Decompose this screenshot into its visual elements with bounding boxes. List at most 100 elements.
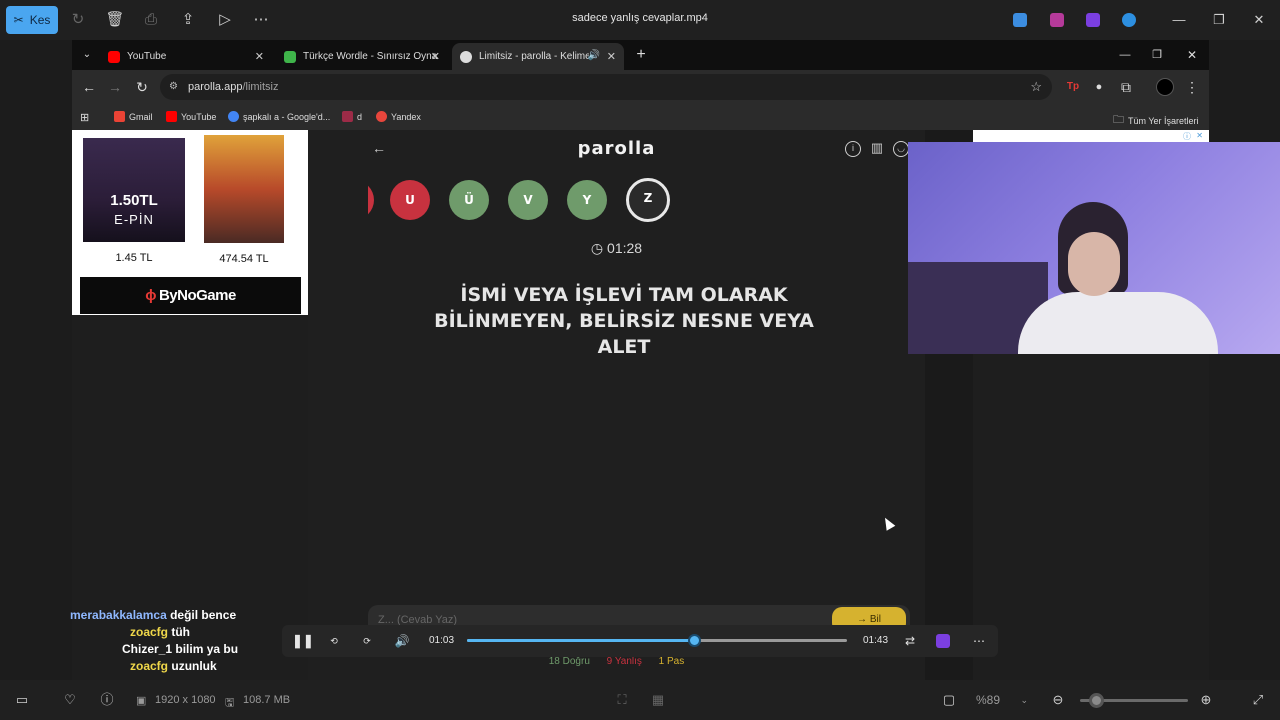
play-preview-icon[interactable]: ▷ [215, 10, 235, 30]
capture-icon[interactable]: ▦ [650, 692, 666, 708]
minimize-icon[interactable]: — [1116, 46, 1134, 64]
onedrive-icon[interactable] [1122, 13, 1136, 27]
current-time: 01:03 [429, 635, 455, 646]
bynogame-flame-icon: ϕ [145, 287, 156, 304]
bookmark-label: Gmail [129, 111, 153, 122]
new-tab-button[interactable]: + [632, 46, 650, 64]
crop-icon[interactable]: ⛶ [614, 692, 630, 708]
chat-username: zoacfg [130, 659, 169, 673]
letter-circle: U [390, 180, 430, 220]
share-icon[interactable]: ⇪ [178, 10, 198, 30]
trim-icon: ✂ [13, 13, 24, 27]
tab-youtube[interactable]: YouTube ✕ [100, 43, 272, 70]
ad-product[interactable]: 1.50TL E-PİN 1.45 TL [82, 138, 186, 264]
tab-label: Türkçe Wordle - Sınırsız Oyna [303, 51, 438, 62]
extension-icon[interactable]: ● [1090, 78, 1108, 96]
tab-search-icon[interactable]: ⌄ [78, 46, 96, 64]
bookmark-d[interactable]: d [342, 111, 362, 122]
tab-label: Limitsiz - parolla - Kelime o [479, 51, 589, 62]
bookmark-youtube[interactable]: YouTube [166, 111, 216, 122]
tab-wordle[interactable]: Türkçe Wordle - Sınırsız Oyna ✕ [276, 43, 448, 70]
resolution-icon: ▣ [136, 695, 147, 707]
restore-icon[interactable]: ❐ [1148, 46, 1166, 64]
site-settings-icon[interactable]: ⚙ [169, 74, 178, 100]
ad-banner[interactable]: 1.50TL E-PİN 1.45 TL 474.54 TL ϕ ByNoGam… [72, 130, 308, 315]
apps-grid-icon[interactable]: ⊞ [80, 111, 89, 124]
close-icon[interactable]: ✕ [1183, 46, 1201, 64]
file-size-text: 108.7 MB [243, 694, 291, 706]
bookmark-label: YouTube [181, 111, 217, 122]
close-tab-icon[interactable]: ✕ [255, 50, 264, 63]
bookmark-gmail[interactable]: Gmail [114, 111, 153, 122]
forward-icon[interactable]: → [106, 78, 124, 96]
address-bar[interactable]: ⚙ parolla.app/limitsiz ☆ [160, 74, 1052, 100]
filmstrip-icon[interactable]: ▭ [14, 692, 30, 708]
wrong-count: 9 Yanlış [606, 656, 642, 667]
skip-back-10-icon[interactable]: ⟲ [326, 633, 342, 649]
close-tab-icon[interactable]: ✕ [431, 50, 440, 63]
product-image: 1.50TL E-PİN [83, 138, 185, 242]
close-tab-icon[interactable]: ✕ [607, 50, 616, 63]
profile-avatar[interactable] [1156, 78, 1174, 96]
tray-app-icon[interactable] [1086, 13, 1100, 27]
seek-bar-handle[interactable] [688, 634, 701, 647]
zoom-slider-handle[interactable] [1089, 693, 1105, 708]
tray-app-icon[interactable] [1013, 13, 1027, 27]
seek-bar[interactable] [467, 634, 847, 647]
resolution-text: 1920 x 1080 [155, 694, 216, 706]
extensions-puzzle-icon[interactable]: ⧉ [1117, 78, 1135, 96]
tray-app-icon[interactable] [1050, 13, 1064, 27]
info-icon[interactable]: i [845, 141, 861, 157]
app-titlebar: ✂ Kes ↻ 🗑 ⎙ ⇪ ▷ ⋯ sadece yanlış cevaplar… [0, 0, 1280, 40]
zoom-slider[interactable] [1080, 693, 1188, 708]
yandex-icon [376, 111, 387, 122]
reload-icon[interactable]: ↻ [133, 78, 151, 96]
chat-username: zoacfg [130, 625, 169, 639]
game-timer: ◷ 01:28 [308, 240, 925, 257]
adchoices-icon[interactable]: ⓘ [1183, 131, 1191, 142]
more-options-icon[interactable]: ⋯ [251, 10, 271, 30]
address-toolbar: ← → ↻ ⚙ parolla.app/limitsiz ☆ Tp ● ⧉ ⋮ [72, 70, 1209, 104]
volume-icon[interactable]: 🔊 [394, 633, 410, 649]
chat-text: tüh [171, 625, 191, 639]
delete-icon[interactable]: 🗑 [105, 10, 125, 30]
more-options-icon[interactable]: ⋯ [971, 633, 987, 649]
ad-product[interactable]: 474.54 TL [192, 135, 296, 265]
close-icon[interactable]: ✕ [1249, 10, 1269, 30]
browser-menu-icon[interactable]: ⋮ [1183, 78, 1201, 96]
letter-circle: Ü [449, 180, 489, 220]
skip-forward-30-icon[interactable]: ⟳ [359, 633, 375, 649]
stats-chart-icon[interactable]: ▥ [869, 141, 885, 157]
clipchamp-icon[interactable] [936, 634, 950, 648]
back-icon[interactable]: ← [80, 78, 98, 96]
rotate-icon[interactable]: ↻ [68, 10, 88, 30]
close-ad-icon[interactable]: ✕ [1196, 131, 1203, 140]
parolla-game: ← parolla i ▥ ◡ U Ü V Y Z ◷ 01:28 İSMİ V… [308, 130, 925, 680]
tab-parolla[interactable]: Limitsiz - parolla - Kelime o 🔊 ✕ [452, 43, 624, 70]
bookmark-star-icon[interactable]: ☆ [1030, 74, 1042, 100]
speaker-icon[interactable]: 🔊 [588, 50, 600, 61]
score-summary: 18 Doğru 9 Yanlış 1 Pas [308, 656, 925, 667]
fit-view-icon[interactable]: ▢ [941, 692, 957, 708]
favorite-heart-icon[interactable]: ♡ [62, 692, 78, 708]
bynogame-logo[interactable]: ϕ ByNoGame [80, 277, 301, 314]
user-icon[interactable]: ◡ [893, 141, 909, 157]
zoom-dropdown[interactable]: %89 ⌄ [966, 688, 1036, 712]
pause-icon[interactable]: ❚❚ [292, 633, 314, 649]
bookmark-google[interactable]: şapkalı a - Google'd... [228, 111, 330, 122]
file-info-icon[interactable]: ⓘ [99, 692, 115, 708]
chat-text: uzunluk [171, 659, 217, 673]
all-bookmarks-folder[interactable]: 🗀 Tüm Yer İşaretleri [1113, 111, 1199, 130]
timer-value: 01:28 [607, 240, 643, 256]
trim-button[interactable]: ✂ Kes [6, 6, 58, 34]
fullscreen-icon[interactable]: ⤢ [1250, 692, 1266, 708]
minimize-icon[interactable]: — [1169, 10, 1189, 30]
extension-icon[interactable]: Tp [1064, 78, 1082, 96]
zoom-out-icon[interactable]: ⊖ [1050, 692, 1066, 708]
restore-icon[interactable]: ❐ [1209, 10, 1229, 30]
print-icon[interactable]: ⎙ [141, 10, 161, 30]
product-image [204, 135, 284, 243]
repeat-off-icon[interactable]: ⇄ [902, 633, 918, 649]
zoom-in-icon[interactable]: ⊕ [1198, 692, 1214, 708]
bookmark-yandex[interactable]: Yandex [376, 111, 421, 122]
